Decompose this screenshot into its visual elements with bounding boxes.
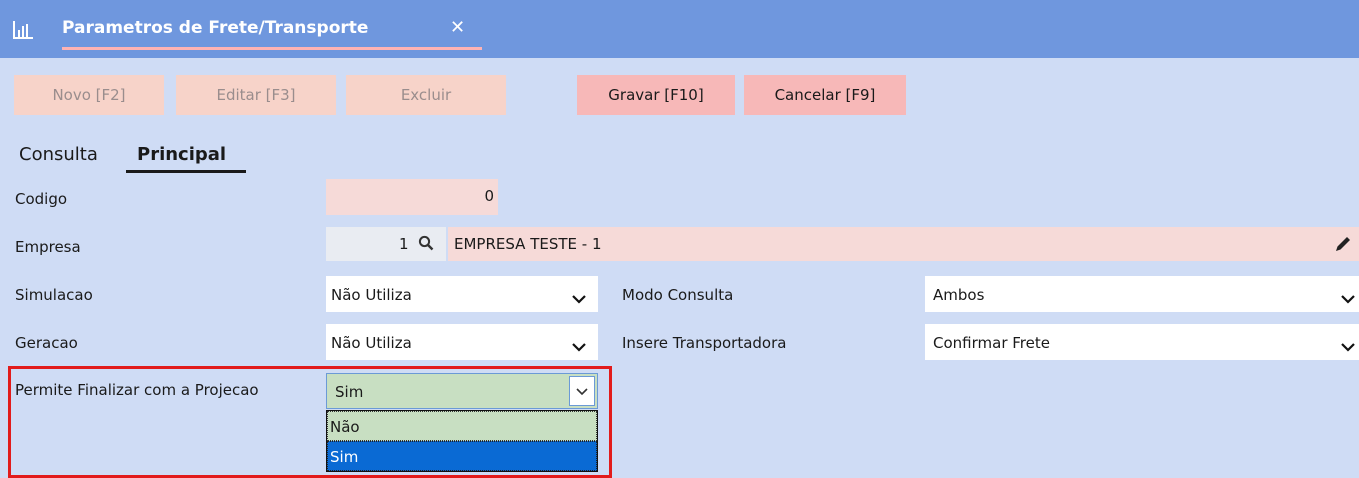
empresa-label: Empresa xyxy=(15,238,81,256)
subtab-active-indicator xyxy=(126,170,246,173)
close-icon[interactable]: ✕ xyxy=(450,17,465,38)
new-button[interactable]: Novo [F2] xyxy=(14,75,164,115)
dropdown-option-sim[interactable]: Sim xyxy=(327,441,597,471)
tab-title[interactable]: Parametros de Frete/Transporte xyxy=(62,18,368,38)
tab-consulta[interactable]: Consulta xyxy=(19,144,98,165)
tab-active-indicator xyxy=(62,47,482,50)
chevron-down-icon[interactable] xyxy=(572,338,586,352)
insere-transportadora-select[interactable]: Confirmar Frete xyxy=(925,324,1359,360)
tab-principal[interactable]: Principal xyxy=(137,144,226,165)
geracao-value: Não Utiliza xyxy=(331,334,412,352)
permite-finalizar-dropdown: Não Sim xyxy=(326,410,598,472)
simulacao-label: Simulacao xyxy=(15,286,93,304)
dropdown-option-label: Não xyxy=(330,418,360,436)
permite-finalizar-value: Sim xyxy=(335,383,364,401)
geracao-label: Geracao xyxy=(15,334,78,352)
cancel-button[interactable]: Cancelar [F9] xyxy=(744,75,906,115)
chevron-down-icon[interactable] xyxy=(572,290,586,304)
delete-button[interactable]: Excluir xyxy=(346,75,506,115)
simulacao-select[interactable]: Não Utiliza xyxy=(326,276,598,312)
empresa-name-value: EMPRESA TESTE - 1 xyxy=(454,235,602,253)
pencil-icon[interactable] xyxy=(1333,234,1353,258)
chart-icon xyxy=(12,20,34,40)
modo-consulta-value: Ambos xyxy=(933,286,985,304)
permite-finalizar-select[interactable]: Sim xyxy=(326,373,598,409)
codigo-value: 0 xyxy=(484,187,494,205)
simulacao-value: Não Utiliza xyxy=(331,286,412,304)
chevron-down-icon[interactable] xyxy=(1341,338,1355,352)
modo-consulta-label: Modo Consulta xyxy=(622,286,734,304)
modo-consulta-select[interactable]: Ambos xyxy=(925,276,1359,312)
dropdown-option-nao[interactable]: Não xyxy=(327,411,597,441)
chevron-down-icon[interactable] xyxy=(1341,290,1355,304)
dropdown-option-label: Sim xyxy=(330,448,359,466)
permite-finalizar-label: Permite Finalizar com a Projecao xyxy=(15,381,259,399)
insere-transportadora-label: Insere Transportadora xyxy=(622,334,787,352)
edit-button[interactable]: Editar [F3] xyxy=(176,75,336,115)
insere-transportadora-value: Confirmar Frete xyxy=(933,334,1050,352)
search-icon[interactable] xyxy=(418,235,434,255)
empresa-name-field: EMPRESA TESTE - 1 xyxy=(448,227,1359,261)
codigo-field[interactable]: 0 xyxy=(326,179,498,215)
empresa-code-value: 1 xyxy=(399,235,409,253)
save-button[interactable]: Gravar [F10] xyxy=(577,75,735,115)
codigo-label: Codigo xyxy=(15,190,68,208)
geracao-select[interactable]: Não Utiliza xyxy=(326,324,598,360)
chevron-down-icon[interactable] xyxy=(569,376,595,406)
empresa-code-field[interactable]: 1 xyxy=(326,227,446,261)
